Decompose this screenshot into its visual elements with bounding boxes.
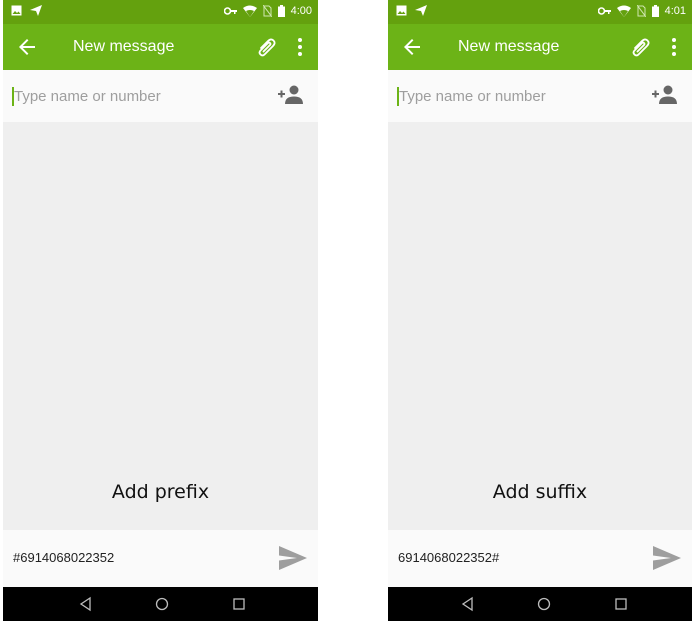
send-icon[interactable] xyxy=(652,545,682,571)
back-triangle-icon[interactable] xyxy=(460,596,476,612)
image-icon xyxy=(11,5,22,16)
vpn-key-icon xyxy=(223,7,237,15)
caption-label: Add prefix xyxy=(111,481,210,503)
send-notification-icon xyxy=(30,5,42,16)
wifi-icon xyxy=(242,5,257,17)
system-nav-bar xyxy=(3,587,318,621)
wifi-icon xyxy=(616,5,631,17)
recipient-placeholder: Type name or number xyxy=(399,88,546,105)
attach-icon[interactable] xyxy=(628,35,652,59)
page-title: New message xyxy=(73,38,175,55)
message-thread-area xyxy=(3,122,318,530)
back-arrow-icon[interactable] xyxy=(15,35,39,59)
caption-label: Add suffix xyxy=(492,481,588,503)
system-nav-bar xyxy=(388,587,692,621)
recents-square-icon[interactable] xyxy=(613,596,629,612)
message-input[interactable]: #6914068022352 xyxy=(13,550,114,565)
phone-screen-prefix: 4:00 New message Type name or number Add… xyxy=(3,0,318,621)
home-circle-icon[interactable] xyxy=(154,596,170,612)
status-bar: 4:01 xyxy=(388,0,692,24)
attach-icon[interactable] xyxy=(254,35,278,59)
battery-icon xyxy=(277,5,285,17)
message-thread-area xyxy=(388,122,692,530)
add-person-icon[interactable] xyxy=(652,84,678,106)
send-notification-icon xyxy=(415,5,427,16)
recents-square-icon[interactable] xyxy=(231,596,247,612)
status-time: 4:00 xyxy=(290,5,312,17)
more-vert-icon[interactable] xyxy=(292,35,308,59)
recipient-field[interactable]: Type name or number xyxy=(3,70,318,122)
message-input[interactable]: 6914068022352# xyxy=(398,550,499,565)
compose-bar: #6914068022352 xyxy=(3,530,318,587)
recipient-placeholder: Type name or number xyxy=(14,88,161,105)
no-sim-icon xyxy=(262,5,272,17)
app-toolbar: New message xyxy=(388,24,692,70)
battery-icon xyxy=(651,5,659,17)
phone-screen-suffix: 4:01 New message Type name or number Add… xyxy=(388,0,692,621)
status-time: 4:01 xyxy=(664,5,686,17)
screenshot-comparison: 4:00 New message Type name or number Add… xyxy=(0,0,692,621)
page-title: New message xyxy=(458,38,560,55)
image-icon xyxy=(396,5,407,16)
home-circle-icon[interactable] xyxy=(536,596,552,612)
no-sim-icon xyxy=(636,5,646,17)
app-toolbar: New message xyxy=(3,24,318,70)
vpn-key-icon xyxy=(597,7,611,15)
compose-bar: 6914068022352# xyxy=(388,530,692,587)
back-triangle-icon[interactable] xyxy=(78,596,94,612)
more-vert-icon[interactable] xyxy=(666,35,682,59)
recipient-field[interactable]: Type name or number xyxy=(388,70,692,122)
add-person-icon[interactable] xyxy=(278,84,304,106)
send-icon[interactable] xyxy=(278,545,308,571)
status-bar: 4:00 xyxy=(3,0,318,24)
back-arrow-icon[interactable] xyxy=(400,35,424,59)
